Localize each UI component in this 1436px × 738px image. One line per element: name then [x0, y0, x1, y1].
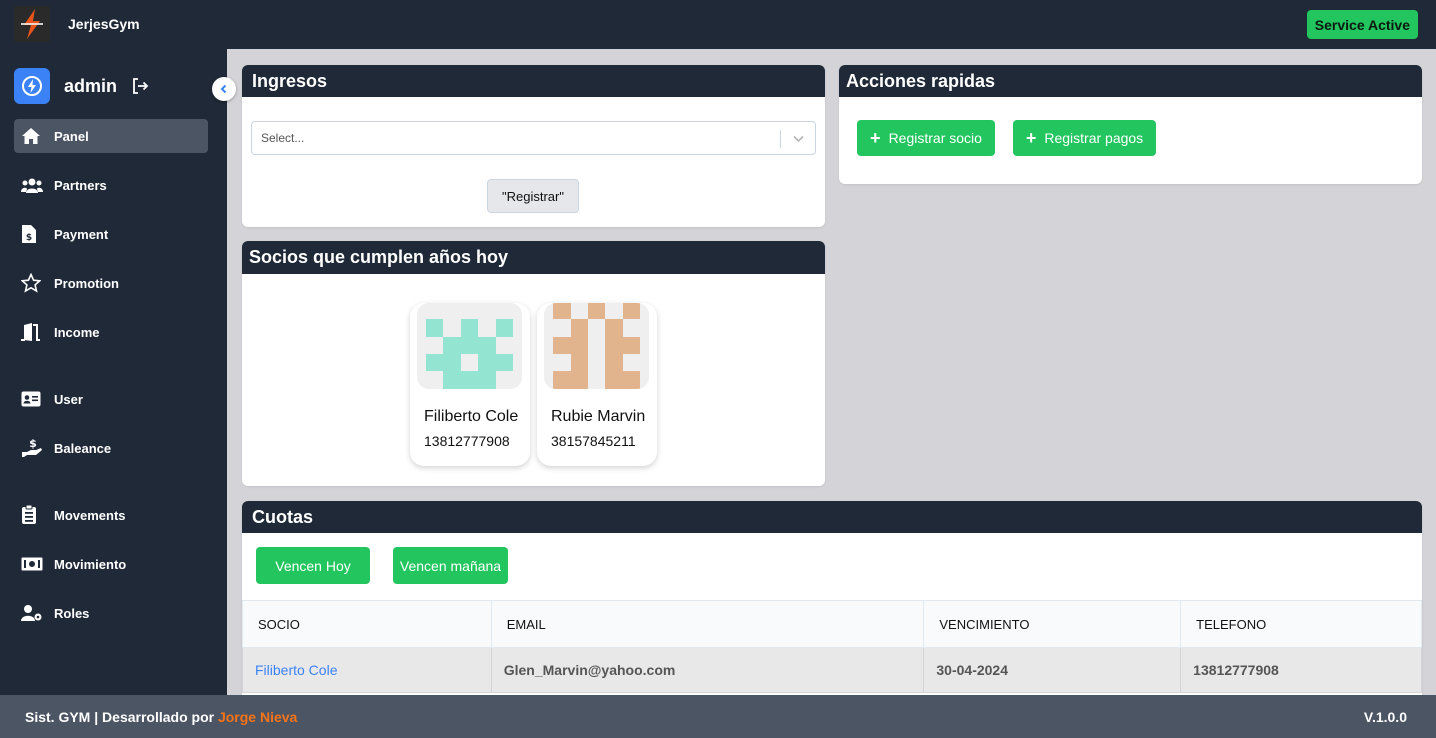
table-header-row: SOCIO EMAIL VENCIMIENTO TELEFONO — [242, 600, 1422, 648]
ingresos-card: Ingresos Select... "Registrar" — [242, 65, 825, 227]
users-icon — [14, 177, 54, 193]
sidebar-item-label: Partners — [54, 177, 107, 193]
register-partner-button[interactable]: + Registrar socio — [857, 120, 995, 156]
door-open-icon — [14, 323, 54, 341]
sidebar-item-label: Baleance — [54, 440, 112, 456]
id-card-icon — [14, 391, 54, 407]
dues-table: SOCIO EMAIL VENCIMIENTO TELEFONO Filiber… — [242, 600, 1422, 693]
partner-select[interactable]: Select... — [251, 121, 816, 155]
table-row[interactable]: Filiberto Cole Glen_Marvin@yahoo.com 30-… — [242, 647, 1422, 693]
sidebar-item-label: Movements — [54, 507, 126, 523]
footer-author-link[interactable]: Jorge Nieva — [218, 709, 297, 725]
birthdays-card: Socios que cumplen años hoy Filiberto Co… — [242, 241, 825, 486]
version-label: V.1.0.0 — [1363, 709, 1407, 725]
person-name: Rubie Marvin — [551, 408, 646, 425]
footer-credits: Sist. GYM | Desarrollado por Jorge Nieva — [25, 709, 297, 725]
star-icon — [14, 273, 54, 293]
person-phone: 38157845211 — [551, 433, 636, 449]
footer-prefix: Sist. GYM | Desarrollado por — [25, 709, 218, 725]
birthday-person-card[interactable]: Filiberto Cole 13812777908 — [410, 303, 530, 466]
sidebar-item-income[interactable]: Income — [14, 315, 208, 349]
cell-vencimiento: 30-04-2024 — [923, 647, 1182, 693]
quick-actions-card: Acciones rapidas + Registrar socio + Regis… — [839, 65, 1422, 184]
chevron-down-icon[interactable] — [792, 132, 805, 148]
top-bar: JerjesGym Service Active — [0, 0, 1436, 49]
sidebar-item-movements[interactable]: Movements — [14, 498, 208, 532]
chevron-left-icon — [220, 84, 227, 94]
card-title: Socios que cumplen años hoy — [242, 241, 825, 274]
column-header-vencimiento[interactable]: VENCIMIENTO — [923, 600, 1182, 648]
user-row: admin — [14, 68, 149, 104]
bolt-icon — [14, 68, 50, 104]
cell-telefono: 13812777908 — [1180, 647, 1422, 693]
svg-text:$: $ — [26, 233, 32, 243]
hand-dollar-icon: $ — [14, 438, 54, 458]
plus-icon: + — [870, 127, 881, 148]
person-phone: 13812777908 — [424, 433, 510, 449]
money-bill-icon — [14, 557, 54, 571]
collapse-sidebar-button[interactable] — [212, 77, 236, 101]
sidebar-item-label: Roles — [54, 605, 90, 621]
avatar — [544, 303, 649, 389]
cell-email: Glen_Marvin@yahoo.com — [490, 647, 925, 693]
column-header-email[interactable]: EMAIL — [490, 600, 925, 648]
cuotas-card: Cuotas Vencen Hoy Vencen mañana SOCIO EM… — [242, 501, 1422, 695]
birthday-person-card[interactable]: Rubie Marvin 38157845211 — [537, 303, 657, 466]
card-title: Ingresos — [242, 65, 825, 97]
sidebar-item-label: Payment — [54, 226, 109, 242]
sidebar-item-label: Panel — [54, 128, 89, 144]
home-icon — [14, 127, 54, 145]
sidebar-item-payment[interactable]: $ Payment — [14, 217, 208, 251]
sidebar-item-roles[interactable]: Roles — [14, 596, 208, 630]
service-status-badge: Service Active — [1306, 10, 1418, 39]
due-today-button[interactable]: Vencen Hoy — [256, 547, 370, 584]
plus-icon: + — [1025, 127, 1037, 148]
card-title: Cuotas — [242, 501, 1422, 533]
sidebar-item-label: Income — [54, 324, 100, 340]
button-label: Registrar pagos — [1044, 130, 1144, 146]
footer: Sist. GYM | Desarrollado por Jorge Nieva… — [0, 695, 1436, 738]
due-tomorrow-button[interactable]: Vencen mañana — [393, 547, 508, 584]
sidebar-item-label: Promotion — [54, 275, 119, 291]
app-name: JerjesGym — [68, 16, 140, 32]
select-placeholder: Select... — [261, 131, 305, 145]
card-title: Acciones rapidas — [839, 65, 1422, 97]
clipboard-list-icon — [14, 505, 54, 525]
column-header-socio[interactable]: SOCIO — [242, 600, 492, 648]
user-name: admin — [64, 75, 118, 96]
column-header-telefono[interactable]: TELEFONO — [1180, 600, 1422, 648]
button-label: Registrar socio — [888, 130, 982, 146]
invoice-dollar-icon: $ — [14, 224, 54, 244]
sidebar: admin Panel Partners $ Payment Promotion… — [0, 49, 227, 695]
select-separator — [780, 130, 781, 148]
svg-text:$: $ — [29, 438, 37, 450]
sidebar-item-movimiento[interactable]: Movimiento — [14, 547, 208, 581]
sidebar-item-panel[interactable]: Panel — [14, 119, 208, 153]
sidebar-item-user[interactable]: User — [14, 382, 208, 416]
registrar-button[interactable]: "Registrar" — [487, 179, 579, 213]
sidebar-item-label: Movimiento — [54, 556, 127, 572]
person-name: Filiberto Cole — [424, 408, 519, 425]
sidebar-item-partners[interactable]: Partners — [14, 168, 208, 202]
avatar — [417, 303, 522, 389]
sidebar-item-promotion[interactable]: Promotion — [14, 266, 208, 300]
sidebar-item-label: User — [54, 391, 83, 407]
app-logo[interactable] — [14, 6, 50, 42]
cell-socio-link[interactable]: Filiberto Cole — [242, 647, 492, 693]
register-payment-button[interactable]: + Registrar pagos — [1013, 120, 1156, 156]
sidebar-item-balance[interactable]: $ Baleance — [14, 431, 208, 465]
user-gear-icon — [14, 604, 54, 622]
logout-icon[interactable] — [131, 77, 149, 95]
